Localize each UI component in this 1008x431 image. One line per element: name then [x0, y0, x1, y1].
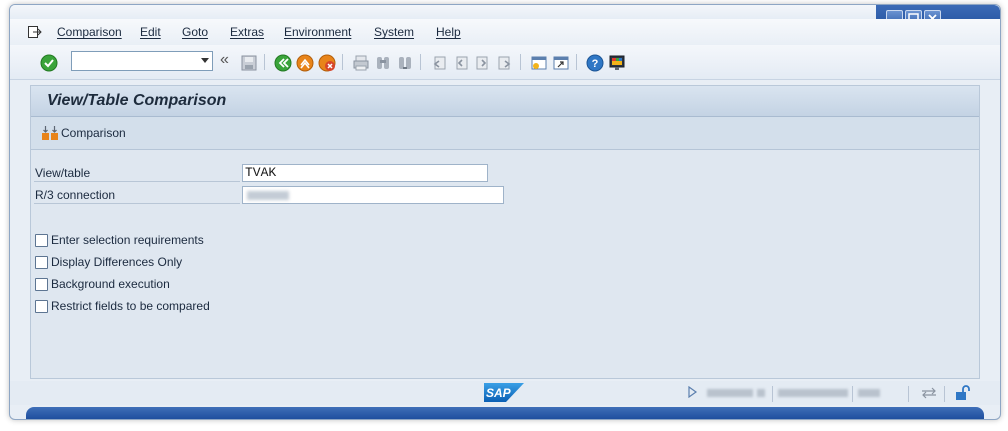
insert-mode-icon[interactable] — [920, 387, 938, 402]
checkbox-restrict-fields[interactable]: Restrict fields to be compared — [35, 298, 210, 314]
previous-page-icon[interactable] — [452, 54, 470, 72]
svg-text:SAP: SAP — [486, 386, 512, 400]
first-page-icon[interactable] — [430, 54, 448, 72]
view-table-value: TVAK — [245, 165, 277, 180]
redacted-system-info — [757, 389, 765, 397]
view-table-input[interactable]: TVAK — [242, 164, 488, 182]
sap-window: Comparison Edit Goto Extras Environment … — [9, 4, 1001, 420]
r3-connection-input[interactable] — [242, 186, 504, 204]
command-field[interactable] — [71, 51, 213, 71]
status-expand-icon[interactable] — [688, 385, 698, 401]
checkbox-label: Enter selection requirements — [51, 233, 204, 247]
chevron-down-icon[interactable] — [201, 58, 209, 63]
find-icon[interactable] — [374, 54, 392, 72]
r3-connection-label: R/3 connection — [35, 188, 116, 202]
checkbox-box[interactable] — [35, 255, 48, 269]
checkbox-label: Background execution — [51, 277, 170, 291]
menu-extras[interactable]: Extras — [230, 25, 264, 39]
checkbox-label: Display Differences Only — [51, 255, 183, 269]
page-title: View/Table Comparison — [47, 92, 227, 109]
last-page-icon[interactable] — [496, 54, 514, 72]
comparison-button-label: Comparison — [61, 126, 126, 140]
comparison-button[interactable]: Comparison — [41, 125, 126, 141]
redacted-connection-value — [247, 191, 289, 200]
print-icon[interactable] — [352, 54, 370, 72]
status-bar: SAP — [10, 381, 1000, 405]
view-table-label: View/table — [35, 166, 91, 180]
checkbox-differences-only[interactable]: Display Differences Only — [35, 254, 182, 270]
menu-help[interactable]: Help — [436, 25, 461, 39]
toolbar-separator — [264, 54, 265, 70]
redacted-client-info — [858, 389, 880, 397]
next-page-icon[interactable] — [474, 54, 492, 72]
menu-edit[interactable]: Edit — [140, 25, 161, 39]
redacted-server-info — [778, 389, 848, 397]
menu-goto[interactable]: Goto — [182, 25, 208, 39]
system-menu-icon[interactable] — [28, 26, 42, 41]
menubar: Comparison Edit Goto Extras Environment … — [10, 19, 1000, 45]
find-next-icon[interactable] — [396, 54, 414, 72]
window-title-strip — [10, 5, 1000, 19]
menu-comparison[interactable]: Comparison — [57, 25, 122, 39]
sap-logo: SAP — [484, 383, 524, 402]
checkbox-box[interactable] — [35, 277, 48, 291]
status-separator — [852, 386, 853, 402]
shortcut-icon[interactable] — [552, 54, 570, 72]
redacted-system-info — [707, 389, 753, 397]
checkbox-background-execution[interactable]: Background execution — [35, 276, 170, 292]
toolbar-separator — [342, 54, 343, 70]
create-session-icon[interactable] — [530, 54, 548, 72]
back-icon[interactable] — [274, 54, 292, 72]
screen-area: View/Table Comparison Comparison View/ta… — [30, 85, 980, 379]
standard-toolbar: « ? — [10, 45, 1000, 80]
checkbox-label: Restrict fields to be compared — [51, 299, 210, 313]
checkbox-box[interactable] — [35, 299, 48, 313]
status-separator — [908, 386, 909, 402]
checkbox-selection-requirements[interactable]: Enter selection requirements — [35, 232, 204, 248]
customize-layout-icon[interactable] — [608, 54, 626, 72]
help-icon[interactable]: ? — [586, 54, 604, 72]
application-toolbar: Comparison — [31, 117, 979, 150]
toolbar-separator — [576, 54, 577, 70]
menu-environment[interactable]: Environment — [284, 25, 351, 39]
field-underline — [34, 181, 240, 182]
collapse-command-icon[interactable]: « — [220, 51, 238, 69]
cancel-icon[interactable] — [318, 54, 336, 72]
screen-title-bar: View/Table Comparison — [31, 86, 979, 117]
checkbox-box[interactable] — [35, 233, 48, 247]
exit-icon[interactable] — [296, 54, 314, 72]
status-separator — [944, 386, 945, 402]
comparison-icon — [42, 126, 58, 140]
toolbar-separator — [420, 54, 421, 70]
save-icon[interactable] — [240, 54, 258, 72]
enter-icon[interactable] — [40, 54, 58, 72]
menu-system[interactable]: System — [374, 25, 414, 39]
field-underline — [34, 203, 240, 204]
window-bottom-band — [26, 407, 984, 419]
unlock-icon[interactable] — [954, 385, 970, 404]
toolbar-separator — [520, 54, 521, 70]
status-separator — [772, 386, 773, 402]
svg-text:?: ? — [592, 58, 599, 70]
